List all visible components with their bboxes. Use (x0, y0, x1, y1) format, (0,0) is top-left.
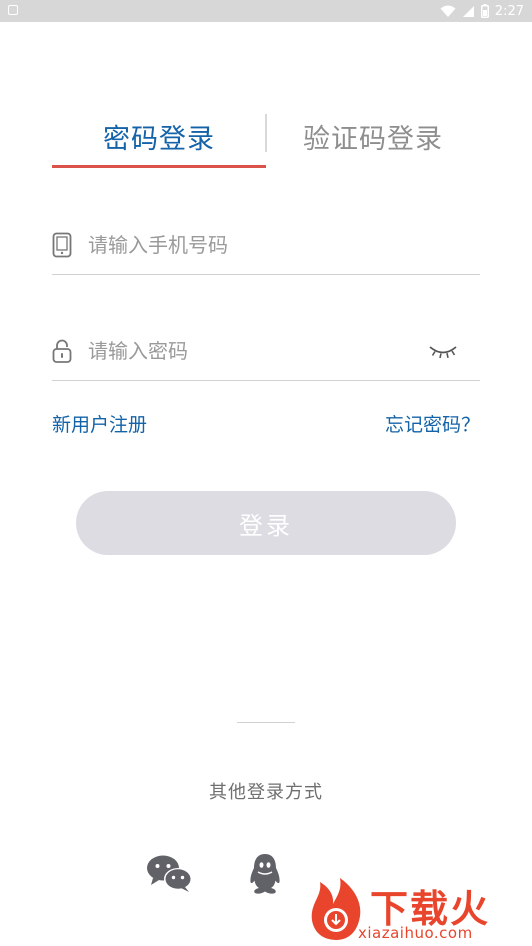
register-link[interactable]: 新用户注册 (52, 410, 147, 437)
wifi-icon (440, 5, 456, 17)
watermark-url: xiazaihuo.com (358, 924, 473, 942)
watermark-logo: 下载火 xiazaihuo.com (306, 876, 526, 942)
qq-icon[interactable] (248, 853, 282, 895)
password-input[interactable] (88, 335, 408, 367)
tab-code-login[interactable]: 验证码登录 (266, 108, 480, 164)
status-icons: 2:27 (440, 2, 524, 20)
battery-icon (480, 4, 489, 18)
forgot-password-link[interactable]: 忘记密码？ (385, 410, 480, 437)
other-login-label: 其他登录方式 (209, 782, 323, 803)
active-tab-indicator (52, 165, 266, 168)
notification-icon (8, 5, 18, 15)
status-time: 2:27 (494, 3, 524, 19)
status-bar: 2:27 (0, 0, 532, 22)
eye-closed-icon[interactable] (428, 341, 458, 361)
tab-password-login[interactable]: 密码登录 (52, 108, 266, 164)
phone-field-underline (52, 274, 480, 275)
login-tabs: 密码登录 验证码登录 (52, 108, 480, 170)
wechat-icon[interactable] (145, 854, 193, 894)
password-field (52, 321, 480, 381)
signal-icon (462, 5, 474, 17)
password-field-underline (52, 380, 480, 381)
phone-input[interactable] (88, 229, 408, 261)
lock-icon (52, 339, 72, 363)
flame-logo-icon (311, 878, 361, 940)
phone-field (52, 215, 480, 275)
login-button[interactable]: 登录 (76, 491, 456, 555)
other-login-divider (237, 722, 295, 723)
phone-icon (52, 232, 72, 258)
auth-links: 新用户注册 忘记密码？ (52, 410, 480, 442)
